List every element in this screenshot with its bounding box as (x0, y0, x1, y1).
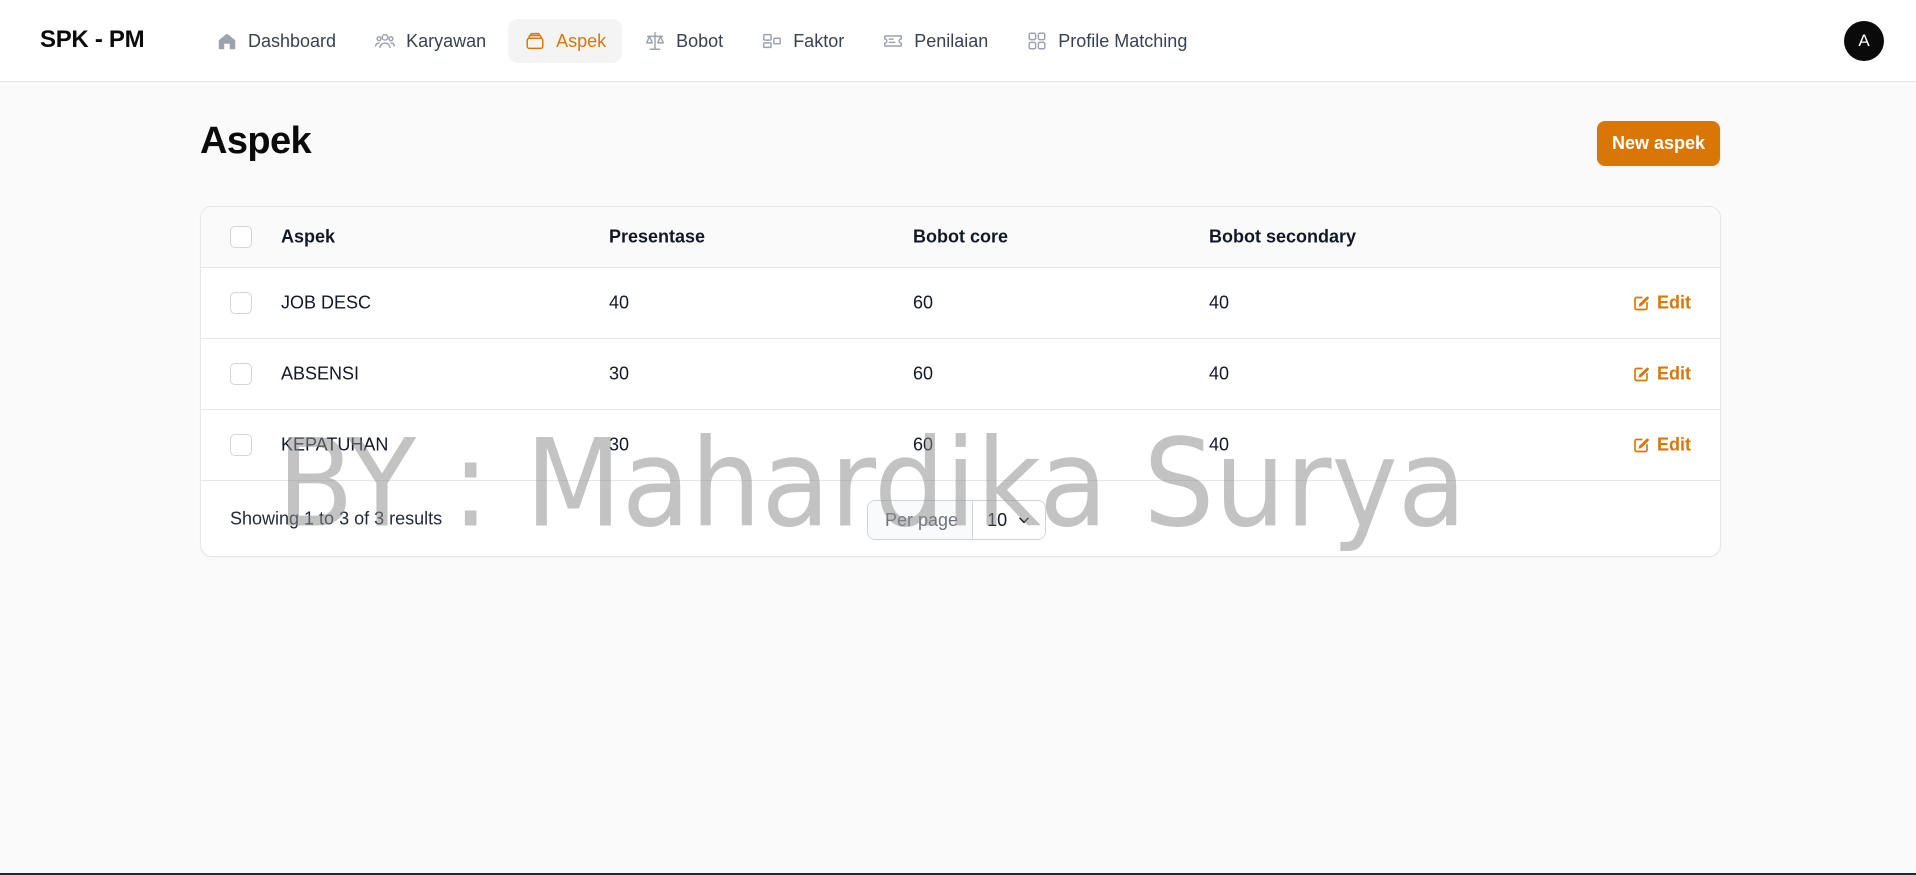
nav-item-penilaian[interactable]: Penilaian (866, 19, 1004, 63)
nav-item-label: Penilaian (914, 30, 989, 51)
ticket-icon (884, 35, 903, 47)
edit-action[interactable]: Edit (1632, 435, 1691, 456)
stack-icon (526, 32, 544, 50)
row-select-cell (230, 292, 252, 314)
nav-item-label: Profile Matching (1058, 30, 1188, 51)
main-nav: Dashboard Karyawan Aspek Bobot Faktor Pe… (200, 19, 1203, 63)
select-all-cell (230, 226, 252, 248)
pencil-square-icon (1634, 296, 1649, 310)
nav-item-dashboard[interactable]: Dashboard (200, 19, 352, 63)
pencil-square-icon (1634, 438, 1649, 452)
row-select-cell (230, 434, 252, 456)
pencil-square-icon (1634, 367, 1649, 381)
nav-item-label: Aspek (556, 30, 607, 51)
page-title: Aspek (200, 120, 312, 162)
column-header-presentase[interactable]: Presentase (609, 227, 705, 248)
scale-icon (646, 32, 665, 50)
per-page-control: Per page 10 (867, 500, 1047, 540)
edit-action[interactable]: Edit (1632, 364, 1691, 385)
table-footer: Showing 1 to 3 of 3 results Per page 10 (201, 481, 1720, 556)
row-select-cell (230, 363, 252, 385)
per-page-select[interactable]: 10 (973, 501, 1045, 539)
table-row: JOB DESC 40 60 40 Edit (201, 268, 1720, 339)
nav-item-aspek[interactable]: Aspek (508, 19, 623, 63)
edit-link[interactable]: Edit (1632, 435, 1691, 456)
nav-item-label: Faktor (793, 30, 845, 51)
aspek-table: Aspek Presentase Bobot core Bobot second… (200, 206, 1721, 557)
per-page-label: Per page (868, 501, 974, 539)
nav-item-profile-matching[interactable]: Profile Matching (1010, 19, 1203, 63)
edit-label: Edit (1657, 363, 1691, 384)
nav-item-label: Karyawan (406, 30, 487, 51)
top-navbar: SPK - PM Dashboard Karyawan Aspek Bobot … (0, 0, 1916, 82)
edit-action[interactable]: Edit (1632, 293, 1691, 314)
row-checkbox[interactable] (230, 292, 252, 314)
row-checkbox[interactable] (230, 434, 252, 456)
cell-bobot-core: 60 (913, 434, 934, 455)
edit-label: Edit (1657, 434, 1691, 455)
nav-item-bobot[interactable]: Bobot (628, 19, 739, 63)
column-header-bobot-core[interactable]: Bobot core (913, 227, 1008, 248)
cell-presentase: 30 (609, 434, 630, 455)
grid-icon (1028, 32, 1046, 50)
edit-label: Edit (1657, 292, 1691, 313)
nav-item-label: Bobot (676, 30, 724, 51)
nav-item-label: Dashboard (248, 30, 337, 51)
layout-icon (763, 33, 782, 49)
cell-bobot-secondary: 40 (1209, 292, 1230, 313)
users-icon (374, 33, 396, 49)
cell-bobot-core: 60 (913, 363, 934, 384)
row-checkbox[interactable] (230, 363, 252, 385)
chevron-down-icon (1019, 517, 1029, 524)
results-summary: Showing 1 to 3 of 3 results (230, 508, 443, 529)
table-row: KEPATUHAN 30 60 40 Edit (201, 410, 1720, 481)
column-header-bobot-secondary[interactable]: Bobot secondary (1209, 227, 1356, 248)
table-header-row: Aspek Presentase Bobot core Bobot second… (201, 207, 1720, 268)
cell-aspek: ABSENSI (281, 363, 360, 384)
cell-bobot-secondary: 40 (1209, 363, 1230, 384)
nav-item-karyawan[interactable]: Karyawan (358, 19, 502, 63)
cell-aspek: KEPATUHAN (281, 434, 389, 455)
brand-logo[interactable]: SPK - PM (40, 26, 145, 54)
cell-aspek: JOB DESC (281, 292, 372, 313)
cell-bobot-secondary: 40 (1209, 434, 1230, 455)
edit-link[interactable]: Edit (1632, 364, 1691, 385)
per-page-value: 10 (987, 509, 1008, 530)
cell-presentase: 40 (609, 292, 630, 313)
select-all-checkbox[interactable] (230, 226, 252, 248)
edit-link[interactable]: Edit (1632, 293, 1691, 314)
cell-bobot-core: 60 (913, 292, 934, 313)
new-aspek-button[interactable]: New aspek (1597, 121, 1720, 166)
home-icon (218, 33, 236, 50)
cell-presentase: 30 (609, 363, 630, 384)
nav-item-faktor[interactable]: Faktor (745, 19, 860, 63)
table-row: ABSENSI 30 60 40 Edit (201, 339, 1720, 410)
user-avatar[interactable]: A (1844, 21, 1884, 61)
column-header-aspek[interactable]: Aspek (281, 227, 335, 248)
